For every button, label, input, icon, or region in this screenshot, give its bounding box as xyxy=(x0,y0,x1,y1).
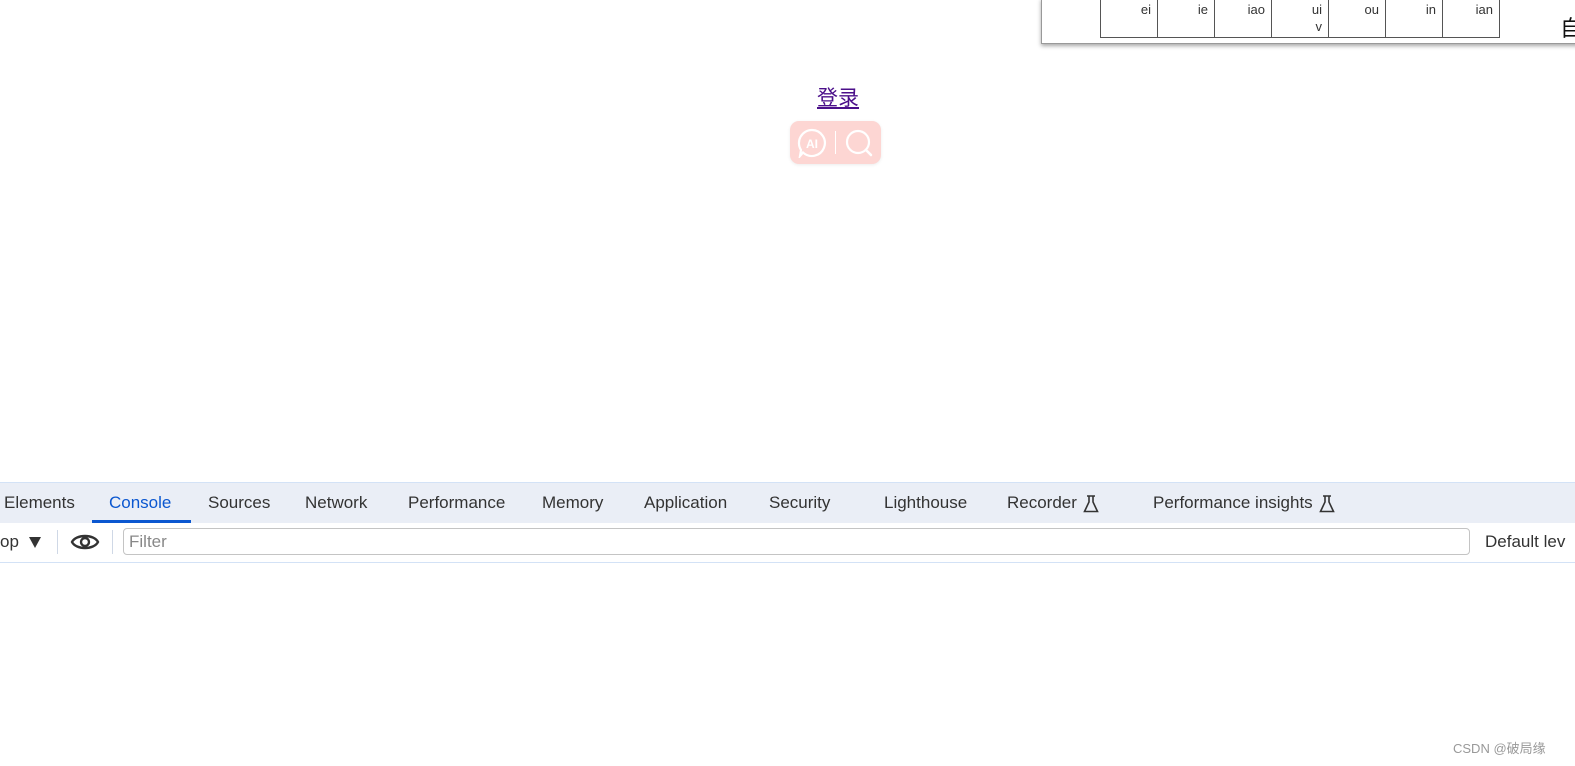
log-levels-dropdown[interactable]: Default lev xyxy=(1485,532,1565,552)
svg-text:AI: AI xyxy=(806,137,818,151)
table-cell: ei xyxy=(1100,0,1158,38)
tab-recorder[interactable]: Recorder xyxy=(1007,483,1099,523)
cell-text: v xyxy=(1315,19,1323,34)
tab-label: Recorder xyxy=(1007,493,1077,512)
cell-text: ei xyxy=(1140,2,1151,17)
cell-text: ian xyxy=(1475,2,1493,17)
tab-sources[interactable]: Sources xyxy=(208,483,270,523)
tab-memory[interactable]: Memory xyxy=(542,483,603,523)
pinyin-table: ei ie iao ui v ou in ian xyxy=(1100,0,1500,38)
cell-text: ui xyxy=(1311,2,1322,17)
dropdown-arrow-icon[interactable] xyxy=(29,537,41,548)
cell-text: in xyxy=(1425,2,1436,17)
flask-icon xyxy=(1083,494,1099,512)
table-cell: ie xyxy=(1157,0,1215,38)
ai-chat-icon[interactable]: AI xyxy=(797,128,827,158)
table-cell: ian xyxy=(1442,0,1500,38)
tab-console[interactable]: Console xyxy=(109,483,171,523)
login-link[interactable]: 登录 xyxy=(817,82,859,112)
partial-character: 自 xyxy=(1560,16,1575,41)
tab-network[interactable]: Network xyxy=(305,483,367,523)
console-toolbar: op Default lev xyxy=(0,523,1575,563)
table-cell: in xyxy=(1385,0,1443,38)
cell-text: iao xyxy=(1247,2,1265,17)
tab-performance[interactable]: Performance xyxy=(408,483,505,523)
flask-icon xyxy=(1318,494,1335,512)
table-cell: ou xyxy=(1328,0,1386,38)
tab-performance-insights[interactable]: Performance insights xyxy=(1153,483,1335,523)
ai-search-widget[interactable]: AI xyxy=(790,121,881,164)
table-cell: ui v xyxy=(1271,0,1329,38)
cell-text: ie xyxy=(1197,2,1208,17)
eye-icon[interactable] xyxy=(70,531,100,553)
table-cell: iao xyxy=(1214,0,1272,38)
devtools-tab-bar: Elements Console Sources Network Perform… xyxy=(0,482,1575,524)
divider xyxy=(835,131,836,154)
tab-application[interactable]: Application xyxy=(644,483,727,523)
tab-label: Performance insights xyxy=(1153,493,1313,512)
pinyin-popup: ei ie iao ui v ou in ian 自 xyxy=(1041,0,1575,44)
context-selector[interactable]: op xyxy=(0,532,19,552)
cell-text: ou xyxy=(1364,2,1379,17)
divider xyxy=(57,530,58,554)
filter-input[interactable] xyxy=(123,528,1470,555)
watermark: CSDN @破局缘 xyxy=(1453,741,1546,756)
tab-security[interactable]: Security xyxy=(769,483,830,523)
search-icon[interactable] xyxy=(844,128,874,158)
divider xyxy=(112,530,113,554)
tab-lighthouse[interactable]: Lighthouse xyxy=(884,483,967,523)
tab-elements[interactable]: Elements xyxy=(4,483,75,523)
